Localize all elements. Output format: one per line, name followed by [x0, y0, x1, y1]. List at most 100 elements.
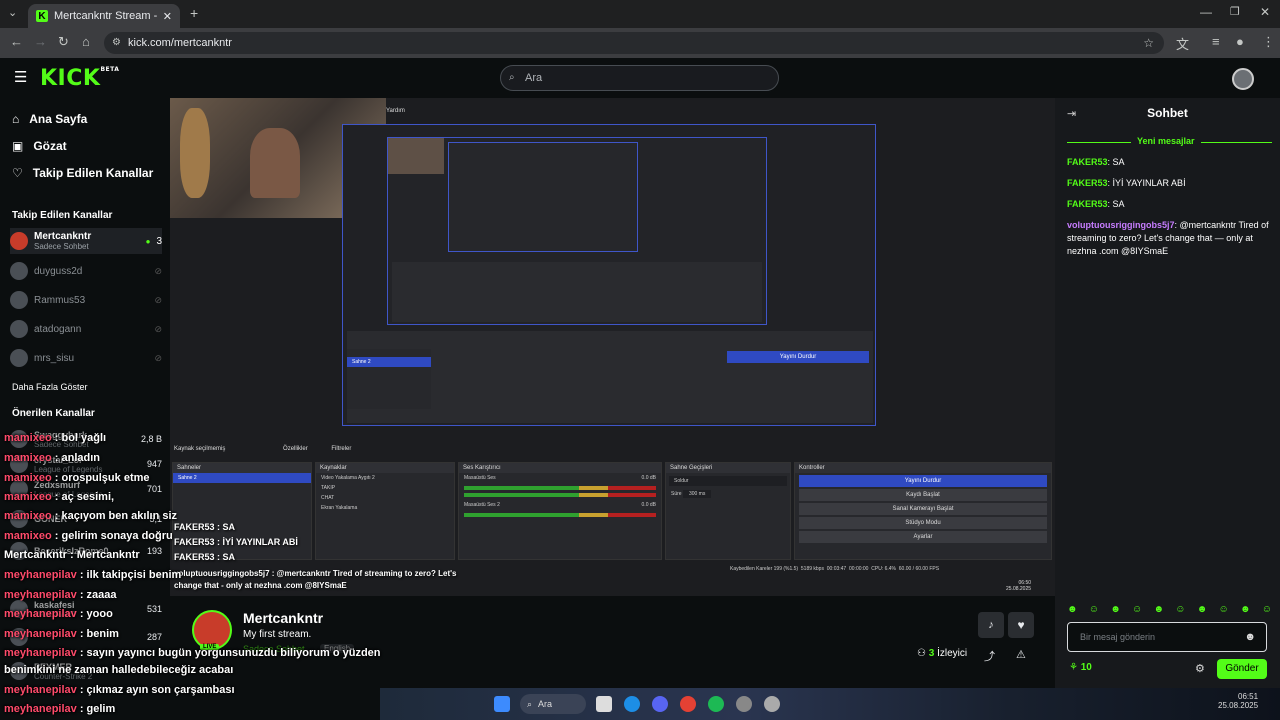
overlay-chat-text: : aç sesimi,	[51, 491, 115, 503]
chat-username[interactable]: FAKER53	[1067, 178, 1108, 188]
obs-toolbar: Kaynak seçilmemiş Özellikler Filtreler	[174, 446, 351, 452]
notification-bell-icon[interactable]: ♪	[978, 612, 1004, 638]
nested-controls: Yayını Durdur	[723, 349, 873, 409]
bookmark-star-icon[interactable]: ☆	[1143, 32, 1154, 54]
home-icon[interactable]: ⌂	[82, 34, 90, 49]
channel-avatar	[10, 232, 28, 250]
reload-icon[interactable]: ↻	[58, 34, 69, 50]
back-icon[interactable]: ←	[10, 34, 23, 49]
overlay-chat-user: mamixeo	[4, 530, 52, 542]
maximize-icon[interactable]: ❐	[1230, 5, 1240, 18]
site-info-icon[interactable]: ⚙	[112, 32, 121, 54]
emote-icon[interactable]: ☻	[1154, 604, 1165, 616]
forward-icon[interactable]: →	[34, 34, 47, 49]
obs-mixer-name: Masaüstü Ses 2	[464, 502, 500, 508]
obs-filters-button[interactable]: Filtreler	[331, 446, 351, 452]
obs-sources-title: Kaynaklar	[316, 463, 454, 473]
chat-settings-gear-icon[interactable]: ⚙	[1195, 662, 1205, 675]
minimize-icon[interactable]: —	[1200, 5, 1212, 19]
obs-scene-item[interactable]: Sahne 2	[173, 473, 311, 483]
hamburger-menu-icon[interactable]: ☰	[14, 68, 27, 86]
nav-home[interactable]: ⌂ Ana Sayfa	[12, 112, 87, 126]
tab-search-icon[interactable]: ⌄	[8, 6, 17, 19]
chrome-icon[interactable]	[680, 696, 696, 712]
browser-tab[interactable]: K Mertcankntr Stream - Watch Li ✕	[28, 4, 180, 28]
address-bar[interactable]: ⚙ kick.com/mertcankntr ☆	[104, 32, 1164, 54]
obs-mixer-channel: Masaüstü Ses 2 0.0 dB	[459, 500, 661, 510]
followed-channel-mertcankntr[interactable]: Mertcankntr Sadece Sohbet ● 3	[10, 228, 162, 254]
video-player[interactable]: Yardım Sahne 2 Yayını Durdur Kaynak seçi…	[170, 98, 1055, 596]
obs-clock: 06:50 25.08.2025	[1006, 580, 1031, 592]
obs-source-item[interactable]: CHAT	[316, 493, 454, 503]
chat-username[interactable]: FAKER53	[1067, 157, 1108, 167]
emote-icon[interactable]: ☻	[1110, 604, 1121, 616]
profile-icon[interactable]: ●	[1236, 34, 1244, 49]
nav-browse[interactable]: ▣ Gözat	[12, 139, 67, 153]
emote-icon[interactable]: ☺	[1089, 604, 1099, 616]
menu-dots-icon[interactable]: ⋮	[1262, 34, 1275, 50]
obs-menu-help[interactable]: Yardım	[386, 108, 405, 114]
obs-sources-panel: Kaynaklar Video Yakalama Aygıtı 2 TAKIP …	[315, 462, 455, 560]
channel-points[interactable]: ⚘ 10	[1069, 662, 1092, 673]
tab-close-icon[interactable]: ✕	[163, 10, 172, 23]
obs-stop-stream-button[interactable]: Yayını Durdur	[799, 475, 1047, 487]
spotify-icon[interactable]	[708, 696, 724, 712]
emote-icon[interactable]: ☺	[1132, 604, 1142, 616]
emoji-picker-icon[interactable]: ☻	[1244, 623, 1256, 651]
url-text: kick.com/mertcankntr	[128, 37, 232, 49]
show-more-link[interactable]: Daha Fazla Göster	[12, 382, 88, 392]
obs-source-item[interactable]: TAKIP	[316, 483, 454, 493]
followed-channel[interactable]: atadogann ⊘	[10, 316, 162, 342]
search-input[interactable]: ⌕ Ara	[500, 65, 779, 91]
followed-channel[interactable]: Rammus53 ⊘	[10, 287, 162, 313]
share-icon[interactable]: ⤴	[984, 648, 995, 664]
taskbar-clock[interactable]: 06:51 25.08.2025	[1218, 692, 1258, 710]
emote-icon[interactable]: ☺	[1262, 604, 1272, 616]
kick-logo[interactable]: KICKBETA	[40, 66, 119, 91]
browser-tab-bar: ⌄ K Mertcankntr Stream - Watch Li ✕ + — …	[0, 0, 1280, 28]
chat-message: voluptuousriggingobs5j7: @mertcankntr Ti…	[1067, 220, 1269, 256]
media-icon[interactable]: ≡	[1212, 34, 1220, 49]
obs-no-source-label: Kaynak seçilmemiş	[174, 446, 226, 452]
report-icon[interactable]: ⚠	[1016, 648, 1026, 661]
nav-following[interactable]: ♡ Takip Edilen Kanallar	[12, 166, 153, 180]
emote-icon[interactable]: ☺	[1175, 604, 1185, 616]
chat-input[interactable]: Bir mesaj gönderin ☻	[1067, 622, 1267, 652]
obs-virtual-camera-button[interactable]: Sanal Kamerayı Başlat	[799, 503, 1047, 515]
obs-duration-input[interactable]: 300 ms	[682, 490, 712, 498]
followed-channel[interactable]: duyguss2d ⊘	[10, 258, 162, 284]
edge-icon[interactable]	[624, 696, 640, 712]
obs-studio-mode-button[interactable]: Stüdyo Modu	[799, 517, 1047, 529]
emote-icon[interactable]: ☻	[1067, 604, 1078, 616]
user-avatar[interactable]	[1232, 68, 1254, 90]
obs-source-item[interactable]: Video Yakalama Aygıtı 2	[316, 473, 454, 483]
app-icon[interactable]	[764, 696, 780, 712]
obs-settings-button[interactable]: Ayarlar	[799, 531, 1047, 543]
windows-start-icon[interactable]	[494, 696, 510, 712]
obs-app-icon[interactable]	[736, 696, 752, 712]
close-window-icon[interactable]: ✕	[1260, 5, 1270, 19]
streamer-name[interactable]: Mertcankntr	[243, 610, 323, 626]
channel-viewers: 531	[146, 604, 162, 614]
emote-icon[interactable]: ☺	[1219, 604, 1229, 616]
chat-message: FAKER53: SA	[1067, 157, 1125, 167]
discord-icon[interactable]	[652, 696, 668, 712]
stream-chat-line: voluptuousriggingobs5j7 : @mertcankntr T…	[174, 569, 457, 578]
new-tab-icon[interactable]: +	[190, 5, 198, 21]
translate-icon[interactable]: 文	[1176, 34, 1189, 53]
send-button[interactable]: Gönder	[1217, 659, 1267, 679]
chat-username[interactable]: FAKER53	[1067, 199, 1108, 209]
followed-channel[interactable]: mrs_sisu ⊘	[10, 345, 162, 371]
chat-message: FAKER53: İYİ YAYINLAR ABİ	[1067, 178, 1186, 188]
emote-icon[interactable]: ☻	[1197, 604, 1208, 616]
obs-source-item[interactable]: Ekran Yakalama	[316, 503, 454, 513]
obs-status-cpu: CPU: 6.4%	[871, 566, 896, 572]
chat-username[interactable]: voluptuousriggingobs5j7	[1067, 220, 1175, 230]
taskbar-search[interactable]: ⌕ Ara	[520, 694, 586, 714]
follow-heart-icon[interactable]: ♥	[1008, 612, 1034, 638]
obs-transition-select[interactable]: Soldur	[669, 476, 787, 486]
obs-properties-button[interactable]: Özellikler	[283, 446, 308, 452]
obs-start-recording-button[interactable]: Kaydı Başlat	[799, 489, 1047, 501]
emote-icon[interactable]: ☻	[1240, 604, 1251, 616]
file-explorer-icon[interactable]	[596, 696, 612, 712]
